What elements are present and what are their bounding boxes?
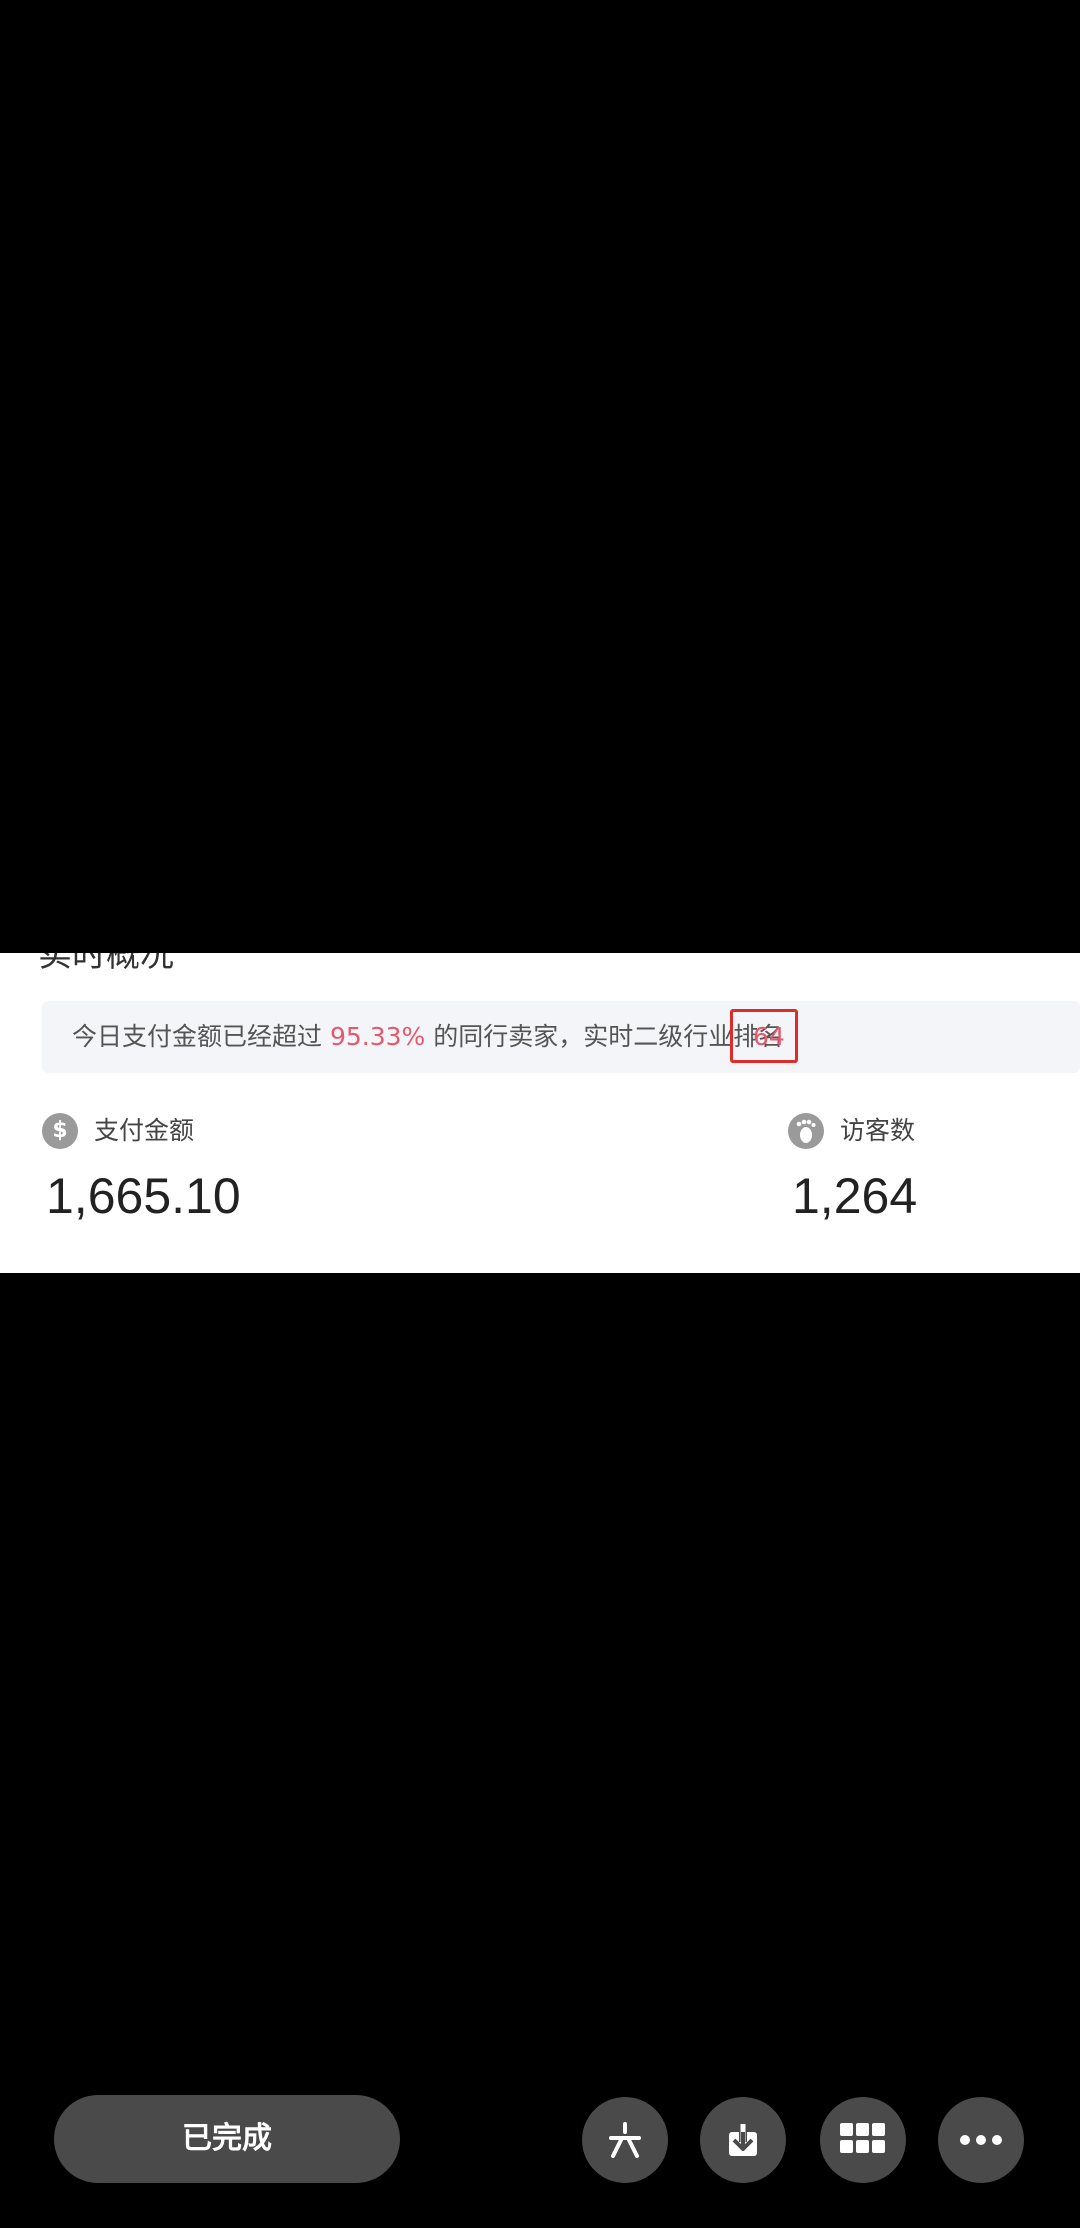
screenshot-photo: 实时概况 今日支付金额已经超过 95.33% 的同行卖家，实时二级行业排名 64… <box>0 953 1080 1273</box>
metric-visitors-label: 访客数 <box>840 1116 916 1145</box>
ranking-notice: 今日支付金额已经超过 95.33% 的同行卖家，实时二级行业排名 <box>42 1001 1080 1073</box>
download-icon <box>729 2124 757 2156</box>
more-icon <box>960 2135 1002 2145</box>
section-title: 实时概况 <box>38 953 174 975</box>
more-button[interactable] <box>938 2097 1024 2183</box>
rank-value: 64 <box>753 1022 785 1051</box>
download-button[interactable] <box>700 2097 786 2183</box>
metric-payment-value: 1,665.10 <box>46 1168 241 1224</box>
done-button[interactable]: 已完成 <box>54 2095 400 2183</box>
notice-text: 今日支付金额已经超过 95.33% 的同行卖家，实时二级行业排名 <box>72 1021 783 1053</box>
sparkle-icon <box>609 2122 641 2158</box>
metric-visitors-value: 1,264 <box>792 1168 918 1224</box>
sparkle-button[interactable] <box>582 2097 668 2183</box>
grid-button[interactable] <box>820 2097 906 2183</box>
dollar-icon: $ <box>42 1113 78 1149</box>
notice-percent: 95.33% <box>329 1022 426 1051</box>
footprint-icon <box>788 1113 824 1149</box>
grid-icon <box>840 2123 885 2153</box>
bottom-toolbar: 已完成 <box>0 2095 1080 2187</box>
metric-payment-label: 支付金额 <box>94 1116 195 1145</box>
notice-prefix: 今日支付金额已经超过 <box>72 1022 330 1051</box>
